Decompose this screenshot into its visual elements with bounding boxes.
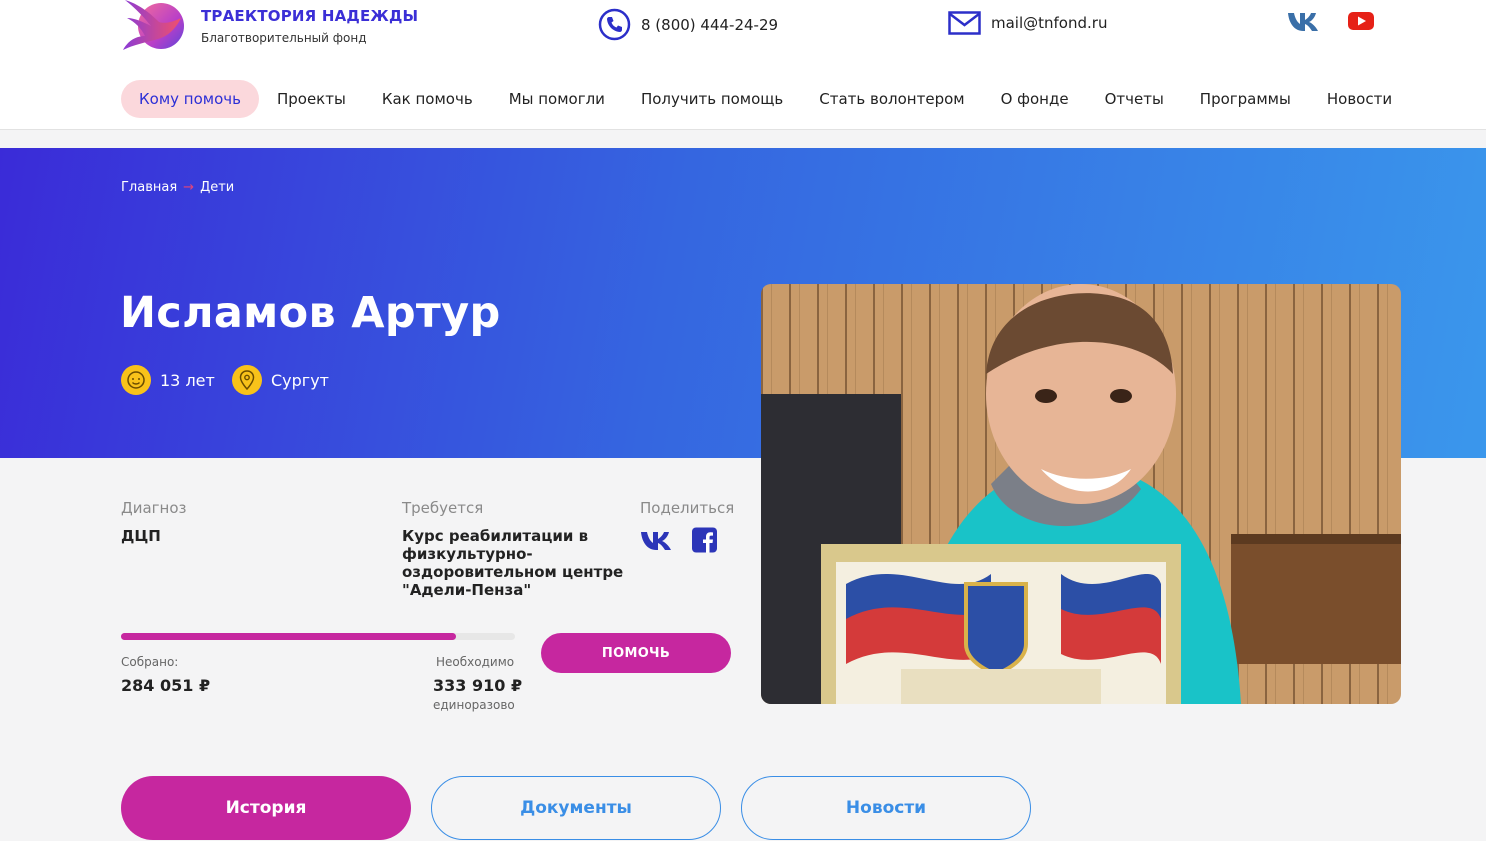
location-pin-icon <box>232 365 262 395</box>
needed-line-2: физкультурно- <box>402 545 533 563</box>
nav-item-reports[interactable]: Отчеты <box>1087 80 1182 118</box>
collected-label: Собрано: <box>121 655 179 669</box>
child-city: Сургут <box>232 365 329 395</box>
email-contact[interactable]: mail@tnfond.ru <box>948 11 1107 35</box>
child-photo <box>761 284 1401 704</box>
mail-icon <box>948 11 981 35</box>
dove-logo-icon[interactable] <box>121 0 185 54</box>
arrow-right-icon: → <box>183 180 195 195</box>
nav-item-get-help[interactable]: Получить помощь <box>623 80 801 118</box>
nav-item-programs[interactable]: Программы <box>1182 80 1309 118</box>
breadcrumb-current[interactable]: Дети <box>200 180 234 195</box>
phone-icon <box>598 8 631 41</box>
main-nav: Кому помочь Проекты Как помочь Мы помогл… <box>121 80 1410 118</box>
needed-line-4: "Адели-Пенза" <box>402 581 532 599</box>
site-header: ТРАЕКТОРИЯ НАДЕЖДЫ Благотворительный фон… <box>0 0 1486 130</box>
email-address[interactable]: mail@tnfond.ru <box>991 14 1107 32</box>
child-city-value: Сургут <box>271 370 329 390</box>
child-age: 13 лет <box>121 365 215 395</box>
page-title: Исламов Артур <box>120 288 501 338</box>
needed-label: Требуется <box>402 499 484 517</box>
brand-subtitle: Благотворительный фонд <box>201 31 367 45</box>
baby-face-icon <box>121 365 151 395</box>
funding-progress-fill <box>121 633 456 640</box>
tab-history[interactable]: История <box>121 776 411 840</box>
share-label: Поделиться <box>640 499 735 517</box>
nav-item-who-to-help[interactable]: Кому помочь <box>121 80 259 118</box>
nav-item-we-helped[interactable]: Мы помогли <box>491 80 623 118</box>
diagnosis-value: ДЦП <box>121 527 161 545</box>
tab-news[interactable]: Новости <box>741 776 1031 840</box>
goal-note: единоразово <box>433 698 515 712</box>
help-button[interactable]: ПОМОЧЬ <box>541 633 731 673</box>
phone-contact[interactable]: 8 (800) 444-24-29 <box>598 8 778 41</box>
nav-item-news[interactable]: Новости <box>1309 80 1410 118</box>
goal-label: Необходимо <box>436 655 515 669</box>
nav-item-how-to-help[interactable]: Как помочь <box>364 80 491 118</box>
share-buttons <box>640 527 717 553</box>
tab-documents[interactable]: Документы <box>431 776 721 840</box>
breadcrumb-home[interactable]: Главная <box>121 180 177 195</box>
nav-item-volunteer[interactable]: Стать волонтером <box>801 80 982 118</box>
funding-progress-bar <box>121 633 515 640</box>
collected-amount: 284 051 ₽ <box>121 676 211 695</box>
youtube-icon[interactable] <box>1348 10 1374 32</box>
needed-line-1: Курс реабилитации в <box>402 527 589 545</box>
nav-item-projects[interactable]: Проекты <box>259 80 364 118</box>
nav-item-about[interactable]: О фонде <box>983 80 1087 118</box>
goal-amount: 333 910 ₽ <box>433 676 523 695</box>
diagnosis-label: Диагноз <box>121 499 187 517</box>
phone-number[interactable]: 8 (800) 444-24-29 <box>641 16 778 34</box>
facebook-share-icon[interactable] <box>692 527 717 553</box>
needed-line-3: оздоровительном центре <box>402 563 624 581</box>
vk-share-icon[interactable] <box>640 529 674 551</box>
breadcrumb: Главная → Дети <box>121 180 234 195</box>
brand-name[interactable]: ТРАЕКТОРИЯ НАДЕЖДЫ <box>201 7 418 25</box>
vk-icon[interactable] <box>1287 10 1321 32</box>
child-age-value: 13 лет <box>160 370 215 390</box>
